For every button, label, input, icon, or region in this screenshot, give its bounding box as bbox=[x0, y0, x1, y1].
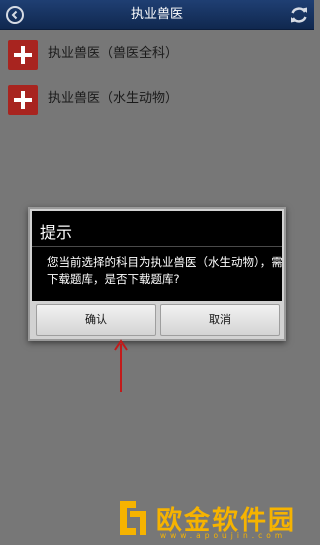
list-item-label: 执业兽医（水生动物） bbox=[48, 91, 179, 106]
list-item-label: 执业兽医（兽医全科） bbox=[48, 46, 179, 61]
subject-list: 执业兽医（兽医全科） 执业兽医（水生动物） bbox=[0, 31, 314, 121]
dialog-title: 提示 bbox=[40, 223, 73, 242]
cancel-button[interactable]: 取消 bbox=[160, 304, 280, 336]
watermark-url: www.apoujin.com bbox=[160, 531, 287, 540]
refresh-button[interactable] bbox=[288, 4, 310, 26]
plus-icon bbox=[14, 91, 32, 109]
dialog-message: 您当前选择的科目为执业兽医（水生动物），需下载题库，是否下载题库? bbox=[47, 255, 283, 286]
list-item[interactable]: 执业兽医（兽医全科） bbox=[0, 31, 314, 76]
dialog-body: 提示 您当前选择的科目为执业兽医（水生动物），需下载题库，是否下载题库? bbox=[32, 211, 283, 301]
watermark: 欧金软件园 www.apoujin.com bbox=[112, 495, 312, 545]
add-subject-button[interactable] bbox=[8, 40, 38, 70]
annotation-arrow-icon bbox=[114, 339, 128, 392]
download-dialog: 提示 您当前选择的科目为执业兽医（水生动物），需下载题库，是否下载题库? 确认 … bbox=[28, 207, 286, 341]
brand-logo-icon bbox=[120, 501, 146, 535]
plus-icon bbox=[14, 46, 32, 64]
dialog-divider bbox=[32, 246, 282, 247]
refresh-icon bbox=[291, 7, 307, 23]
app-header: 执业兽医 bbox=[0, 0, 314, 30]
add-subject-button[interactable] bbox=[8, 85, 38, 115]
list-item[interactable]: 执业兽医（水生动物） bbox=[0, 76, 314, 121]
page-title: 执业兽医 bbox=[130, 7, 183, 22]
confirm-button[interactable]: 确认 bbox=[36, 304, 156, 336]
